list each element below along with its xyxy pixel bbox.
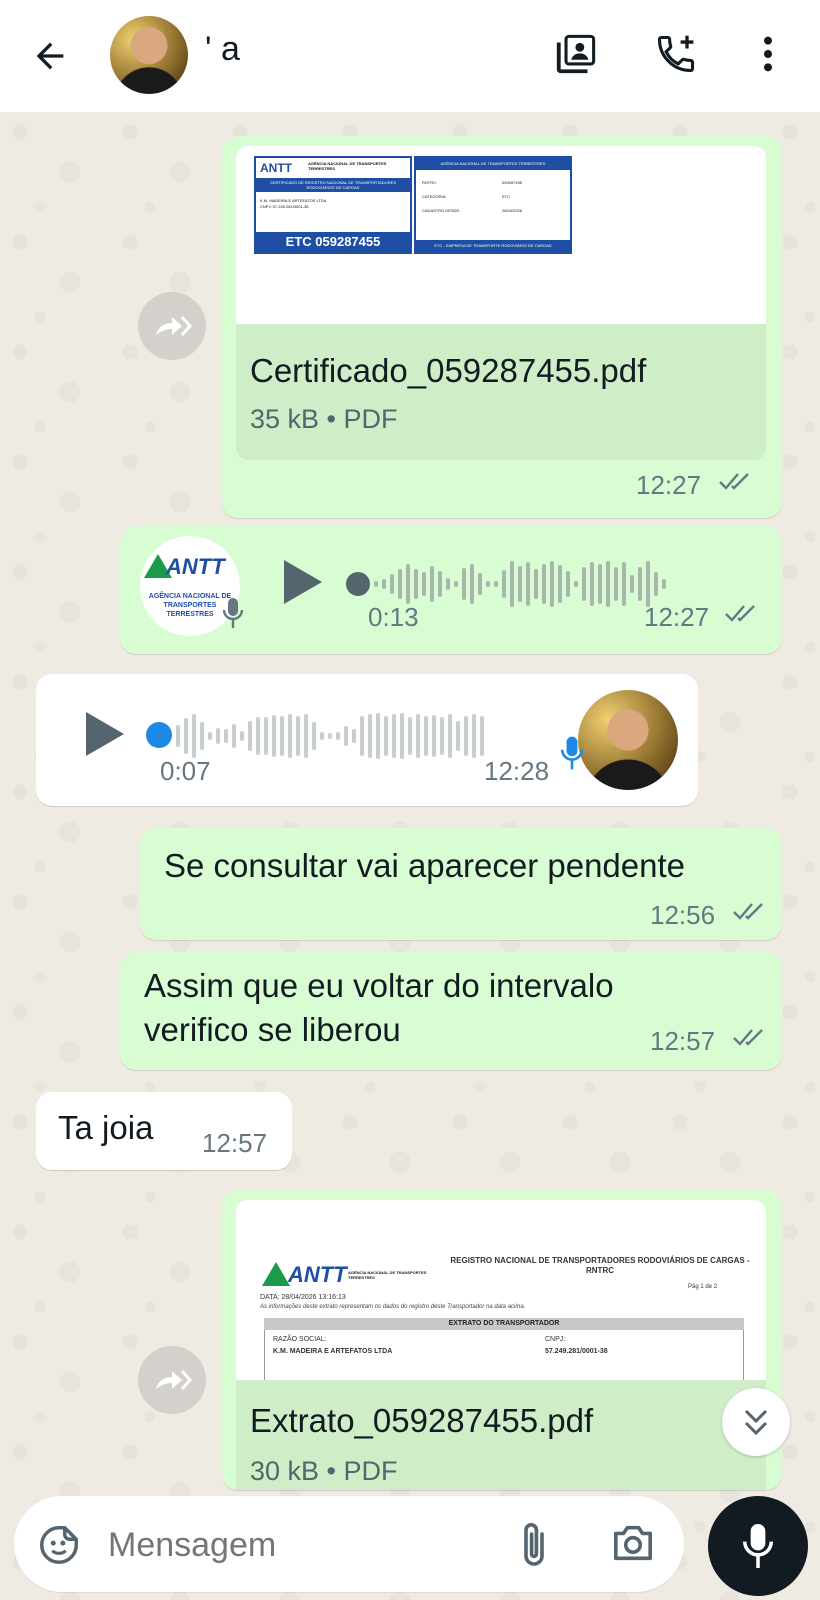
antt-logo: ANTT: [260, 161, 292, 175]
camera-icon[interactable]: [610, 1522, 656, 1569]
extract-table: RAZÃO SOCIAL: K.M. MADEIRA E ARTEFATOS L…: [264, 1330, 744, 1380]
category-value: ETC: [502, 194, 510, 199]
rntrc-value: 059287455: [502, 180, 523, 185]
antt-triangle-icon: [262, 1262, 290, 1286]
forward-button[interactable]: [138, 292, 206, 360]
add-call-icon[interactable]: [650, 28, 702, 80]
double-check-icon: [732, 1026, 766, 1053]
mic-icon: [560, 734, 584, 777]
mic-icon: [222, 596, 244, 635]
right-header: AGÊNCIA NACIONAL DE TRANSPORTES TERRESTR…: [416, 158, 570, 170]
message-text-line2: verifico se liberou: [144, 1011, 401, 1048]
right-footer: ETC - EMPRESA DE TRANSPORTE RODOVIÁRIO D…: [416, 240, 570, 252]
category-label: CATEGORIA:: [422, 194, 447, 199]
forward-button[interactable]: [138, 1346, 206, 1414]
message-time: 12:56: [650, 900, 716, 930]
message-text: Ta joia: [58, 1109, 154, 1146]
voice-message-outgoing[interactable]: ANTT AGÊNCIA NACIONAL DE TRANSPORTES TER…: [120, 526, 782, 654]
file-name: Extrato_059287455.pdf: [250, 1402, 594, 1439]
audio-duration: 0:13: [368, 602, 419, 632]
double-check-icon: [718, 468, 752, 499]
voice-record-button[interactable]: [708, 1496, 808, 1596]
contact-card-icon[interactable]: [550, 28, 602, 80]
page-number: Pág 1 de 2: [688, 1284, 718, 1290]
date-label: CADASTRO DESDE:: [422, 208, 461, 213]
message-time: 12:28: [484, 756, 550, 786]
back-arrow-icon[interactable]: [24, 30, 76, 82]
company-cnpj: CNPJ: 57.249.281/0001-38: [260, 204, 309, 209]
file-meta: 35 kB • PDF: [250, 404, 398, 434]
message-time: 12:27: [636, 470, 702, 500]
file-meta: 30 kB • PDF: [250, 1456, 398, 1486]
attach-icon[interactable]: [514, 1520, 554, 1577]
agency-text: AGÊNCIA NACIONAL DE TRANSPORTES TERRESTR…: [348, 1270, 427, 1280]
text-message[interactable]: Assim que eu voltar do intervalo verific…: [120, 952, 782, 1070]
date-value: 28/04/2026: [502, 208, 523, 213]
certificate-right-panel: AGÊNCIA NACIONAL DE TRANSPORTES TERRESTR…: [414, 156, 572, 254]
extract-section: EXTRATO DO TRANSPORTADOR: [264, 1318, 744, 1330]
message-text-line1: Assim que eu voltar do intervalo: [144, 967, 614, 1004]
certificate-left-panel: ANTT AGÊNCIA NACIONAL DE TRANSPORTES TER…: [254, 156, 412, 254]
contact-name[interactable]: ' a: [205, 30, 240, 69]
document-info[interactable]: Certificado_059287455.pdf 35 kB • PDF: [236, 324, 766, 460]
file-name: Certificado_059287455.pdf: [250, 352, 647, 389]
company-name: K.M. MADEIRA E ARTEFATOS LTDA: [260, 198, 327, 203]
agency-text: AGÊNCIA NACIONAL DE TRANSPORTES TERRESTR…: [308, 161, 387, 171]
chat-header: ' a: [0, 0, 820, 112]
message-time: 12:57: [202, 1128, 268, 1158]
message-input-bar: [14, 1496, 684, 1592]
rntrc-label: RNTRC:: [422, 180, 438, 185]
document-preview[interactable]: ANTT AGÊNCIA NACIONAL DE TRANSPORTES TER…: [236, 146, 766, 324]
audio-duration: 0:07: [160, 756, 211, 786]
document-message[interactable]: ANTT AGÊNCIA NACIONAL DE TRANSPORTES TER…: [222, 1190, 782, 1490]
audio-progress-dot[interactable]: [146, 722, 172, 748]
message-time: 12:57: [650, 1026, 716, 1056]
audio-progress-dot[interactable]: [346, 572, 370, 596]
contact-avatar[interactable]: [110, 16, 188, 94]
cnpj-label: CNPJ:: [545, 1336, 566, 1343]
razao-label: RAZÃO SOCIAL:: [273, 1336, 327, 1343]
antt-avatar-logo: ANTT: [166, 554, 225, 579]
message-time: 12:27: [644, 602, 710, 632]
extract-date: DATA: 28/04/2026 13:16:13: [260, 1294, 346, 1301]
document-info[interactable]: Extrato_059287455.pdf 30 kB • PDF: [236, 1380, 766, 1490]
extract-title: REGISTRO NACIONAL DE TRANSPORTADORES ROD…: [450, 1256, 750, 1275]
text-message-incoming[interactable]: Ta joia 12:57: [36, 1092, 292, 1170]
document-message[interactable]: ANTT AGÊNCIA NACIONAL DE TRANSPORTES TER…: [222, 136, 782, 518]
etc-number: ETC 059287455: [256, 232, 410, 252]
scroll-to-bottom-button[interactable]: [722, 1388, 790, 1456]
double-check-icon: [724, 602, 758, 629]
message-text: Se consultar vai aparecer pendente: [164, 847, 686, 884]
message-input[interactable]: [108, 1520, 468, 1570]
sticker-icon[interactable]: [36, 1522, 82, 1573]
more-vert-icon[interactable]: [748, 28, 788, 80]
text-message[interactable]: Se consultar vai aparecer pendente 12:56: [140, 828, 782, 940]
play-button[interactable]: [82, 710, 126, 763]
certificate-title: CERTIFICADO DE REGISTRO NACIONAL DE TRAN…: [256, 178, 410, 192]
extract-info: As informações deste extrato representam…: [260, 1304, 526, 1310]
audio-waveform[interactable]: [176, 706, 488, 766]
antt-logo: ANTT: [288, 1262, 347, 1287]
voice-message-incoming[interactable]: 0:07 12:28: [36, 674, 698, 806]
double-check-icon: [732, 900, 766, 927]
razao-value: K.M. MADEIRA E ARTEFATOS LTDA: [273, 1348, 393, 1355]
cnpj-value: 57.249.281/0001-38: [545, 1348, 608, 1355]
play-button[interactable]: [280, 558, 324, 611]
document-preview[interactable]: ANTT AGÊNCIA NACIONAL DE TRANSPORTES TER…: [236, 1200, 766, 1380]
voice-sender-avatar: [578, 690, 678, 790]
